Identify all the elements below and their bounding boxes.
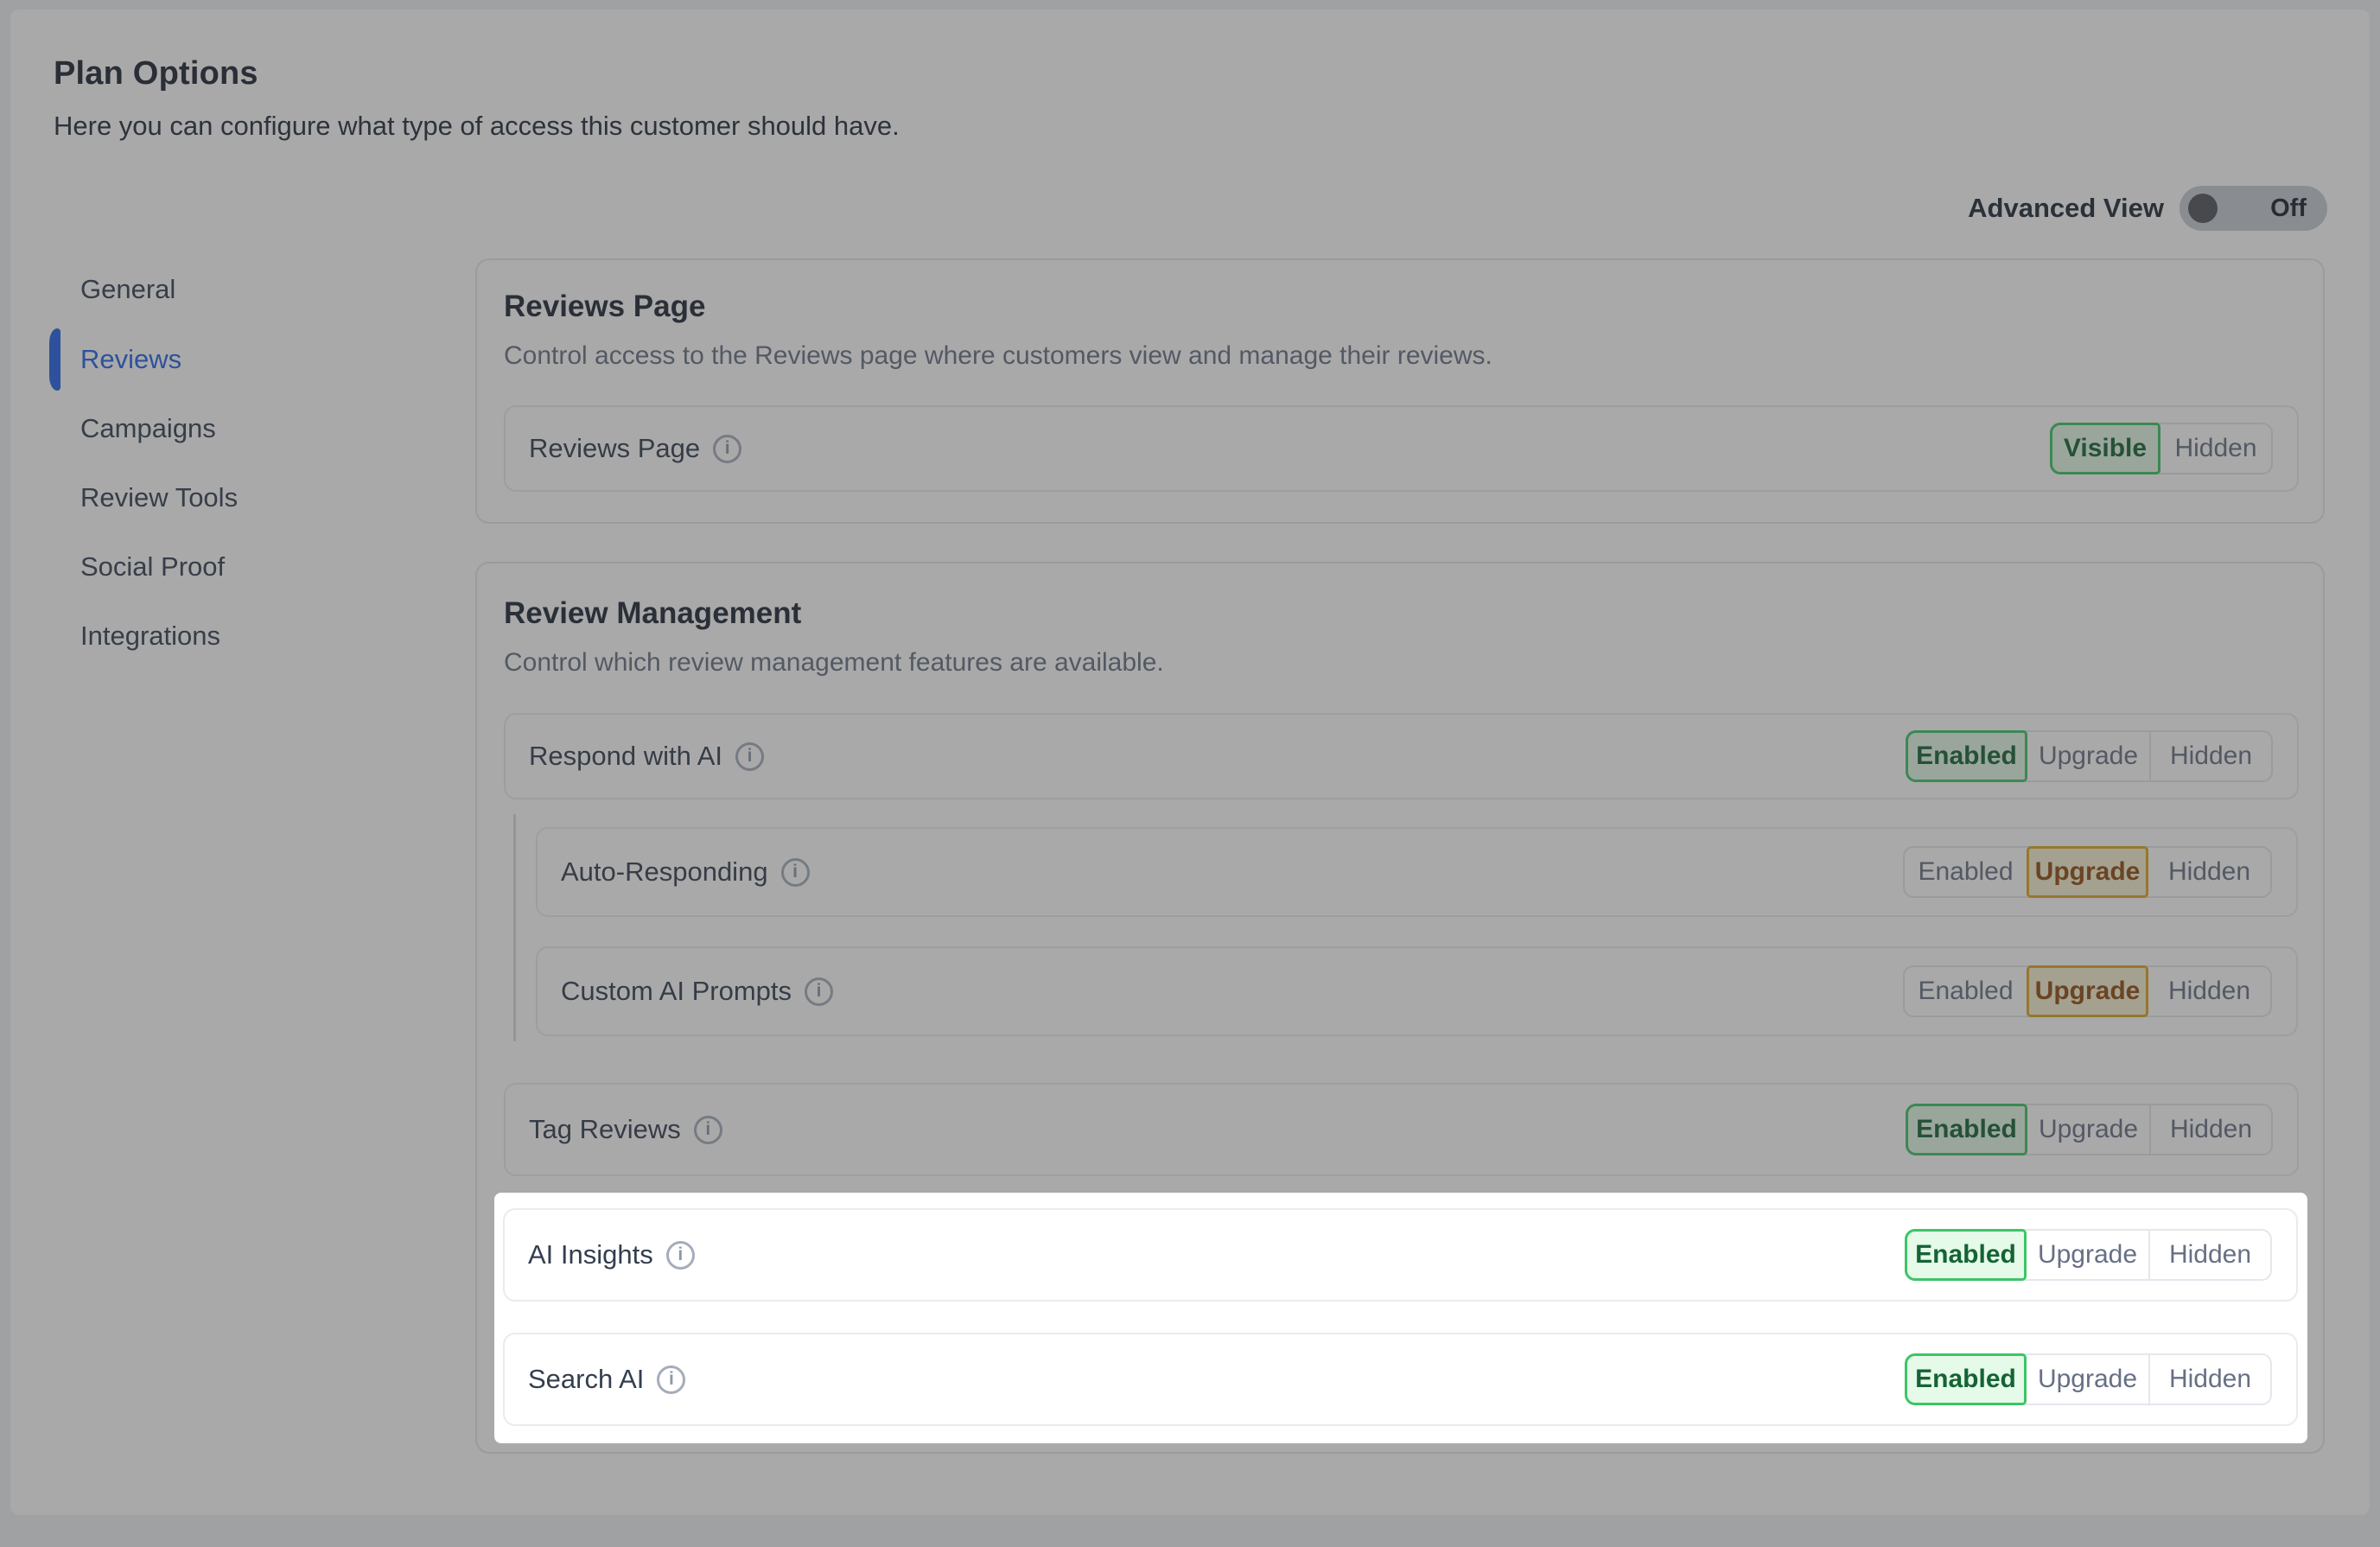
page-subtitle: Here you can configure what type of acce…	[54, 111, 900, 141]
segment-hidden[interactable]: Hidden	[2148, 848, 2270, 896]
row-tag-reviews: Tag Reviews i Enabled Upgrade Hidden	[504, 1083, 2299, 1176]
row-label: Auto-Responding	[561, 856, 768, 887]
card-subtitle: Control access to the Reviews page where…	[504, 341, 1492, 370]
segment-hidden[interactable]: Hidden	[2148, 967, 2270, 1015]
segment-hidden[interactable]: Hidden	[2149, 1105, 2271, 1154]
segment-upgrade[interactable]: Upgrade	[2027, 1231, 2148, 1279]
access-segmented-control: Enabled Upgrade Hidden	[1905, 1229, 2272, 1281]
segment-hidden[interactable]: Hidden	[2160, 424, 2271, 473]
info-icon[interactable]: i	[780, 857, 810, 887]
sidebar-item-review-tools[interactable]: Review Tools	[80, 479, 238, 517]
reviews-page-card: Reviews Page Control access to the Revie…	[475, 258, 2325, 524]
sidebar-item-integrations[interactable]: Integrations	[80, 617, 220, 655]
row-auto-responding: Auto-Responding i Enabled Upgrade Hidden	[536, 827, 2298, 917]
row-label: Tag Reviews	[529, 1114, 681, 1144]
access-segmented-control: Enabled Upgrade Hidden	[1905, 1353, 2272, 1405]
segment-hidden[interactable]: Hidden	[2148, 1355, 2270, 1404]
row-label: Reviews Page	[529, 433, 701, 463]
segment-upgrade[interactable]: Upgrade	[2027, 1355, 2148, 1404]
row-label: Custom AI Prompts	[561, 976, 792, 1006]
segment-hidden[interactable]: Hidden	[2148, 1231, 2270, 1279]
row-label: Search AI	[528, 1364, 645, 1394]
row-reviews-page: Reviews Page i Visible Hidden	[504, 405, 2299, 492]
row-label: Respond with AI	[529, 741, 723, 771]
row-search-ai: Search AI i Enabled Upgrade Hidden	[503, 1333, 2298, 1426]
sidebar-item-campaigns[interactable]: Campaigns	[80, 410, 216, 448]
info-icon[interactable]: i	[665, 1240, 695, 1270]
access-segmented-control: Enabled Upgrade Hidden	[1903, 846, 2272, 898]
segment-upgrade[interactable]: Upgrade	[2027, 846, 2148, 898]
segment-enabled[interactable]: Enabled	[1906, 1104, 2027, 1155]
sidebar-item-general[interactable]: General	[80, 271, 175, 309]
page-title: Plan Options	[54, 55, 258, 92]
access-segmented-control: Enabled Upgrade Hidden	[1906, 730, 2273, 782]
segment-upgrade[interactable]: Upgrade	[2027, 732, 2149, 780]
toggle-state-text: Off	[2270, 194, 2307, 222]
info-icon[interactable]: i	[735, 742, 765, 771]
toggle-knob-icon	[2188, 194, 2218, 223]
segment-upgrade[interactable]: Upgrade	[2027, 965, 2148, 1017]
active-tab-indicator	[49, 328, 60, 391]
segment-enabled[interactable]: Enabled	[1905, 848, 2027, 896]
segment-upgrade[interactable]: Upgrade	[2027, 1105, 2149, 1154]
plan-options-page: Plan Options Here you can configure what…	[0, 0, 2380, 1547]
segment-enabled[interactable]: Enabled	[1905, 1353, 2027, 1405]
segment-enabled[interactable]: Enabled	[1906, 730, 2027, 782]
access-segmented-control: Enabled Upgrade Hidden	[1903, 965, 2272, 1017]
row-label: AI Insights	[528, 1239, 653, 1270]
row-respond-with-ai: Respond with AI i Enabled Upgrade Hidden	[504, 713, 2299, 799]
row-custom-ai-prompts: Custom AI Prompts i Enabled Upgrade Hidd…	[536, 946, 2298, 1036]
review-management-card: Review Management Control which review m…	[475, 562, 2325, 1454]
sidebar-item-social-proof[interactable]: Social Proof	[80, 548, 225, 586]
sidebar-item-reviews[interactable]: Reviews	[80, 341, 181, 379]
info-icon[interactable]: i	[713, 434, 742, 463]
visibility-segmented-control: Visible Hidden	[2050, 423, 2273, 474]
info-icon[interactable]: i	[693, 1115, 722, 1144]
advanced-view-toggle[interactable]: Off	[2180, 186, 2327, 231]
advanced-view-label: Advanced View	[1968, 193, 2164, 223]
card-title: Review Management	[504, 596, 802, 630]
segment-hidden[interactable]: Hidden	[2149, 732, 2271, 780]
advanced-view-control: Advanced View Off	[1968, 185, 2327, 232]
info-icon[interactable]: i	[657, 1365, 686, 1394]
access-segmented-control: Enabled Upgrade Hidden	[1906, 1104, 2273, 1155]
row-ai-insights: AI Insights i Enabled Upgrade Hidden	[503, 1208, 2298, 1302]
info-icon[interactable]: i	[805, 977, 834, 1006]
nested-rows-connector-line	[513, 814, 516, 1041]
card-title: Reviews Page	[504, 290, 706, 323]
segment-enabled[interactable]: Enabled	[1905, 967, 2027, 1015]
segment-enabled[interactable]: Enabled	[1905, 1229, 2027, 1281]
card-subtitle: Control which review management features…	[504, 648, 1164, 677]
segment-visible[interactable]: Visible	[2050, 423, 2160, 474]
